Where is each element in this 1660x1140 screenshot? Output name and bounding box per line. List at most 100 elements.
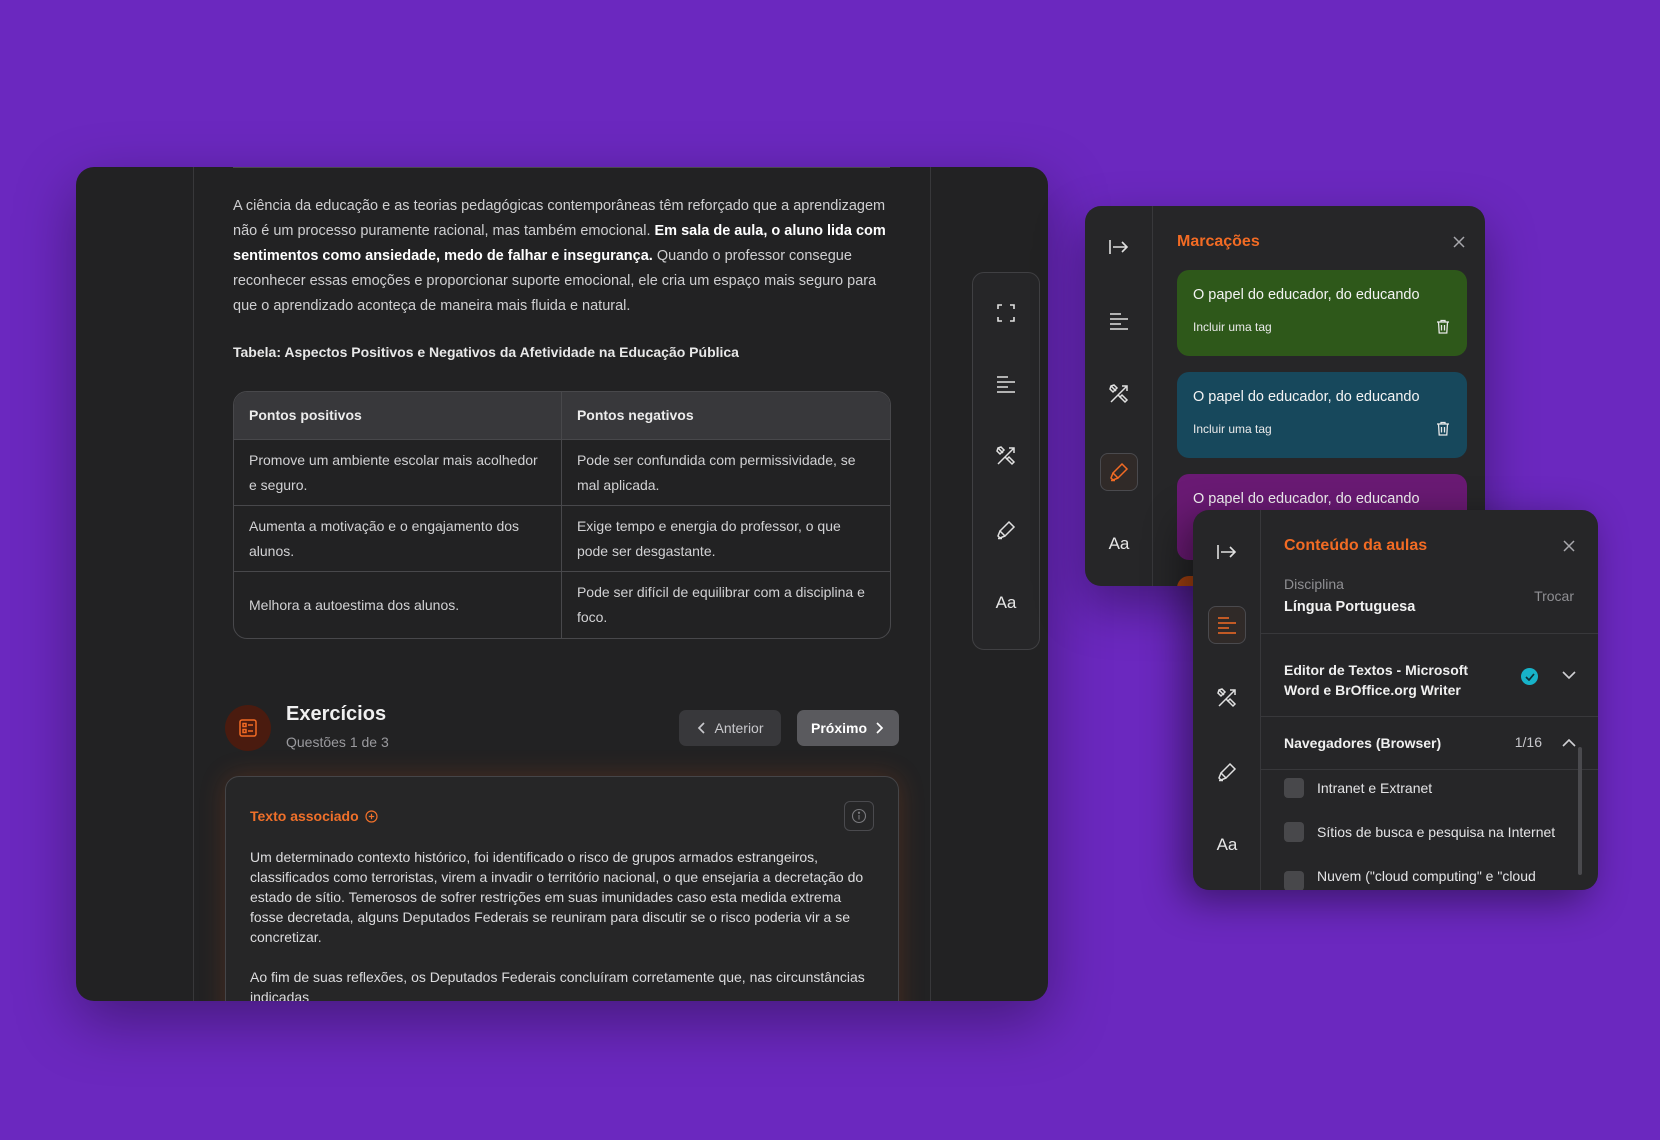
- topic-label: Sítios de busca e pesquisa na Internet: [1317, 824, 1556, 840]
- add-tag-link[interactable]: Incluir uma tag: [1193, 422, 1272, 436]
- topic-label: Intranet e Extranet: [1317, 780, 1433, 796]
- associated-text-body: Um determinado contexto histórico, foi i…: [250, 847, 875, 1001]
- highlight-button[interactable]: [973, 510, 1039, 550]
- section-editor-textos[interactable]: Editor de Textos - Microsoft Word e BrOf…: [1261, 634, 1598, 716]
- lesson-content-title: Conteúdo da aulas: [1284, 537, 1428, 554]
- discipline-label: Disciplina: [1284, 576, 1344, 592]
- associated-text-title: Texto associado: [250, 808, 359, 824]
- highlighter-icon: [997, 520, 1016, 540]
- fullscreen-button[interactable]: [973, 293, 1039, 333]
- exercises-counter: Questões 1 de 3: [286, 734, 389, 750]
- tools-button[interactable]: [973, 436, 1039, 476]
- table-cell: Exige tempo e energia do professor, o qu…: [561, 506, 890, 572]
- right-column-border: [930, 167, 931, 1001]
- discipline-value: Língua Portuguesa: [1284, 599, 1416, 615]
- table-header-positive: Pontos positivos: [234, 392, 562, 440]
- topic-checkbox[interactable]: [1284, 822, 1304, 842]
- content-outline-button-active[interactable]: [1208, 606, 1246, 644]
- scrollbar[interactable]: [1578, 747, 1582, 875]
- table-cell: Melhora a autoestima dos alunos.: [234, 572, 562, 638]
- annotation-card[interactable]: O papel do educador, do educando Incluir…: [1177, 372, 1467, 458]
- collapse-panel-button[interactable]: [1100, 228, 1138, 266]
- info-icon: [851, 808, 867, 824]
- reader-tool-rail: Aa: [972, 272, 1040, 650]
- table-row: Aumenta a motivação e o engajamento dos …: [234, 506, 890, 572]
- topic-checkbox[interactable]: [1284, 871, 1304, 890]
- arrow-right-to-line-icon: [1109, 240, 1129, 254]
- annotation-card[interactable]: O papel do educador, do educando Incluir…: [1177, 270, 1467, 356]
- chevron-down-icon: [1562, 671, 1576, 680]
- delete-annotation-button[interactable]: [1436, 319, 1450, 334]
- highlighter-icon: [1218, 762, 1237, 782]
- annotations-title: Marcações: [1177, 233, 1260, 250]
- completed-check-icon: [1521, 668, 1538, 685]
- previous-button[interactable]: Anterior: [679, 710, 781, 746]
- lesson-content-panel: Aa Conteúdo da aulas Disciplina Língua P…: [1193, 510, 1598, 890]
- left-column-border: [193, 167, 194, 1001]
- main-reader-window: A ciência da educação e as teorias pedag…: [76, 167, 1048, 1001]
- chevron-up-icon: [1562, 738, 1576, 747]
- table-cell: Pode ser difícil de equilibrar com a dis…: [576, 584, 865, 625]
- content-outline-button[interactable]: [1100, 302, 1138, 340]
- section-navegadores[interactable]: Navegadores (Browser) 1/16: [1261, 717, 1598, 769]
- add-tag-link[interactable]: Incluir uma tag: [1193, 320, 1272, 334]
- fullscreen-icon: [997, 304, 1015, 322]
- close-content-button[interactable]: [1560, 537, 1578, 555]
- close-icon: [1453, 236, 1465, 248]
- highlight-button[interactable]: [1208, 753, 1246, 791]
- associated-text-card: Texto associado Um determinado contexto …: [225, 776, 899, 1001]
- top-divider: [233, 167, 890, 168]
- trash-icon: [1437, 421, 1449, 436]
- delete-annotation-button[interactable]: [1436, 421, 1450, 436]
- associated-paragraph: Um determinado contexto histórico, foi i…: [250, 849, 864, 945]
- font-size-icon: Aa: [1216, 835, 1238, 854]
- chevron-right-icon: [876, 722, 884, 734]
- tools-button[interactable]: [1208, 679, 1246, 717]
- info-button[interactable]: [844, 801, 874, 831]
- annotation-title: O papel do educador, do educando: [1193, 389, 1420, 405]
- table-cell: Pode ser confundida com permissividade, …: [561, 440, 890, 506]
- next-label: Próximo: [810, 720, 867, 736]
- table-row: Melhora a autoestima dos alunos. Pode se…: [234, 572, 890, 638]
- divider: [1261, 769, 1598, 770]
- change-discipline-link[interactable]: Trocar: [1534, 588, 1574, 604]
- section-title: Editor de Textos - Microsoft Word e BrOf…: [1284, 662, 1469, 698]
- table-title: Tabela: Aspectos Positivos e Negativos d…: [233, 344, 739, 360]
- associated-text-toggle[interactable]: Texto associado: [250, 808, 378, 824]
- section-title: Navegadores (Browser): [1284, 735, 1442, 751]
- associated-paragraph: Ao fim de suas reflexões, os Deputados F…: [250, 969, 865, 1001]
- plus-circle-icon: [365, 809, 378, 823]
- font-size-button[interactable]: Aa: [1100, 525, 1138, 563]
- section-progress: 1/16: [1514, 734, 1542, 750]
- topic-item[interactable]: Intranet e Extranet: [1284, 778, 1432, 798]
- highlight-button-active[interactable]: [1100, 453, 1138, 491]
- topic-item[interactable]: Nuvem ("cloud computing" e "cloud storag…: [1284, 866, 1574, 890]
- collapse-panel-button[interactable]: [1208, 533, 1246, 571]
- table-cell: Promove um ambiente escolar mais acolhed…: [234, 440, 562, 506]
- font-size-button[interactable]: Aa: [1208, 826, 1246, 864]
- table-row: Promove um ambiente escolar mais acolhed…: [234, 440, 890, 506]
- close-icon: [1563, 540, 1575, 552]
- table-header-row: Pontos positivos Pontos negativos: [234, 392, 890, 440]
- next-button[interactable]: Próximo: [797, 710, 899, 746]
- topic-checkbox[interactable]: [1284, 778, 1304, 798]
- table-header-negative: Pontos negativos: [561, 392, 890, 440]
- arrow-right-to-line-icon: [1217, 545, 1237, 559]
- tools-icon: [1217, 688, 1237, 708]
- highlighter-icon: [1110, 462, 1129, 482]
- font-size-button[interactable]: Aa: [973, 583, 1039, 623]
- tools-button[interactable]: [1100, 375, 1138, 413]
- exercises-title: Exercícios: [286, 703, 387, 725]
- text-align-icon: [1218, 617, 1236, 634]
- previous-label: Anterior: [714, 720, 764, 736]
- article-paragraph: A ciência da educação e as teorias pedag…: [233, 198, 886, 314]
- text-align-icon: [1110, 313, 1128, 330]
- topic-item[interactable]: Sítios de busca e pesquisa na Internet: [1284, 822, 1555, 842]
- exercise-list-icon: [225, 705, 271, 751]
- table-cell: Aumenta a motivação e o engajamento dos …: [234, 506, 562, 572]
- content-outline-button[interactable]: [973, 364, 1039, 404]
- font-size-icon: Aa: [995, 593, 1017, 612]
- close-annotations-button[interactable]: [1450, 233, 1468, 251]
- panel-side-rail: Aa: [1085, 206, 1153, 586]
- chevron-left-icon: [698, 722, 706, 734]
